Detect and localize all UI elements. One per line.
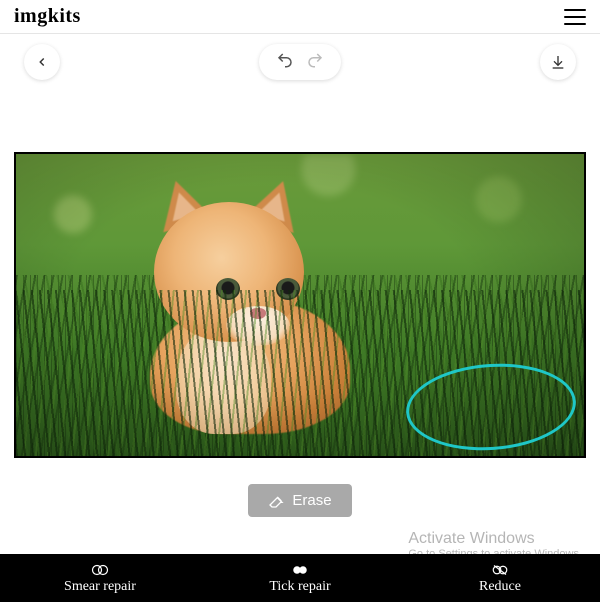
chevron-left-icon (35, 55, 49, 69)
menu-button[interactable] (564, 9, 586, 25)
undo-icon (276, 51, 294, 69)
tab-label: Smear repair (64, 579, 136, 595)
eraser-icon (268, 493, 284, 509)
tab-tick-repair[interactable]: Tick repair (200, 554, 400, 602)
app-header: imgkits (0, 0, 600, 34)
erase-button[interactable]: Erase (248, 484, 351, 517)
tab-label: Tick repair (269, 579, 330, 595)
image-canvas[interactable] (14, 152, 586, 458)
erase-button-label: Erase (292, 492, 331, 509)
watermark-line1: Activate Windows (408, 530, 582, 548)
download-icon (550, 54, 566, 70)
undo-redo-group (259, 44, 341, 80)
tab-label: Reduce (479, 579, 521, 595)
reduce-icon (491, 562, 509, 578)
app-logo: imgkits (14, 5, 81, 28)
toolbar (0, 34, 600, 90)
tab-reduce[interactable]: Reduce (400, 554, 600, 602)
canvas-container (0, 152, 600, 458)
undo-button[interactable] (276, 51, 294, 74)
redo-icon (306, 51, 324, 69)
smear-icon (91, 562, 109, 578)
redo-button[interactable] (306, 51, 324, 74)
tick-icon (291, 562, 309, 578)
download-button[interactable] (540, 44, 576, 80)
action-row: Erase (0, 484, 600, 517)
back-button[interactable] (24, 44, 60, 80)
tab-smear-repair[interactable]: Smear repair (0, 554, 200, 602)
bottom-tabbar: Smear repair Tick repair Reduce (0, 554, 600, 602)
